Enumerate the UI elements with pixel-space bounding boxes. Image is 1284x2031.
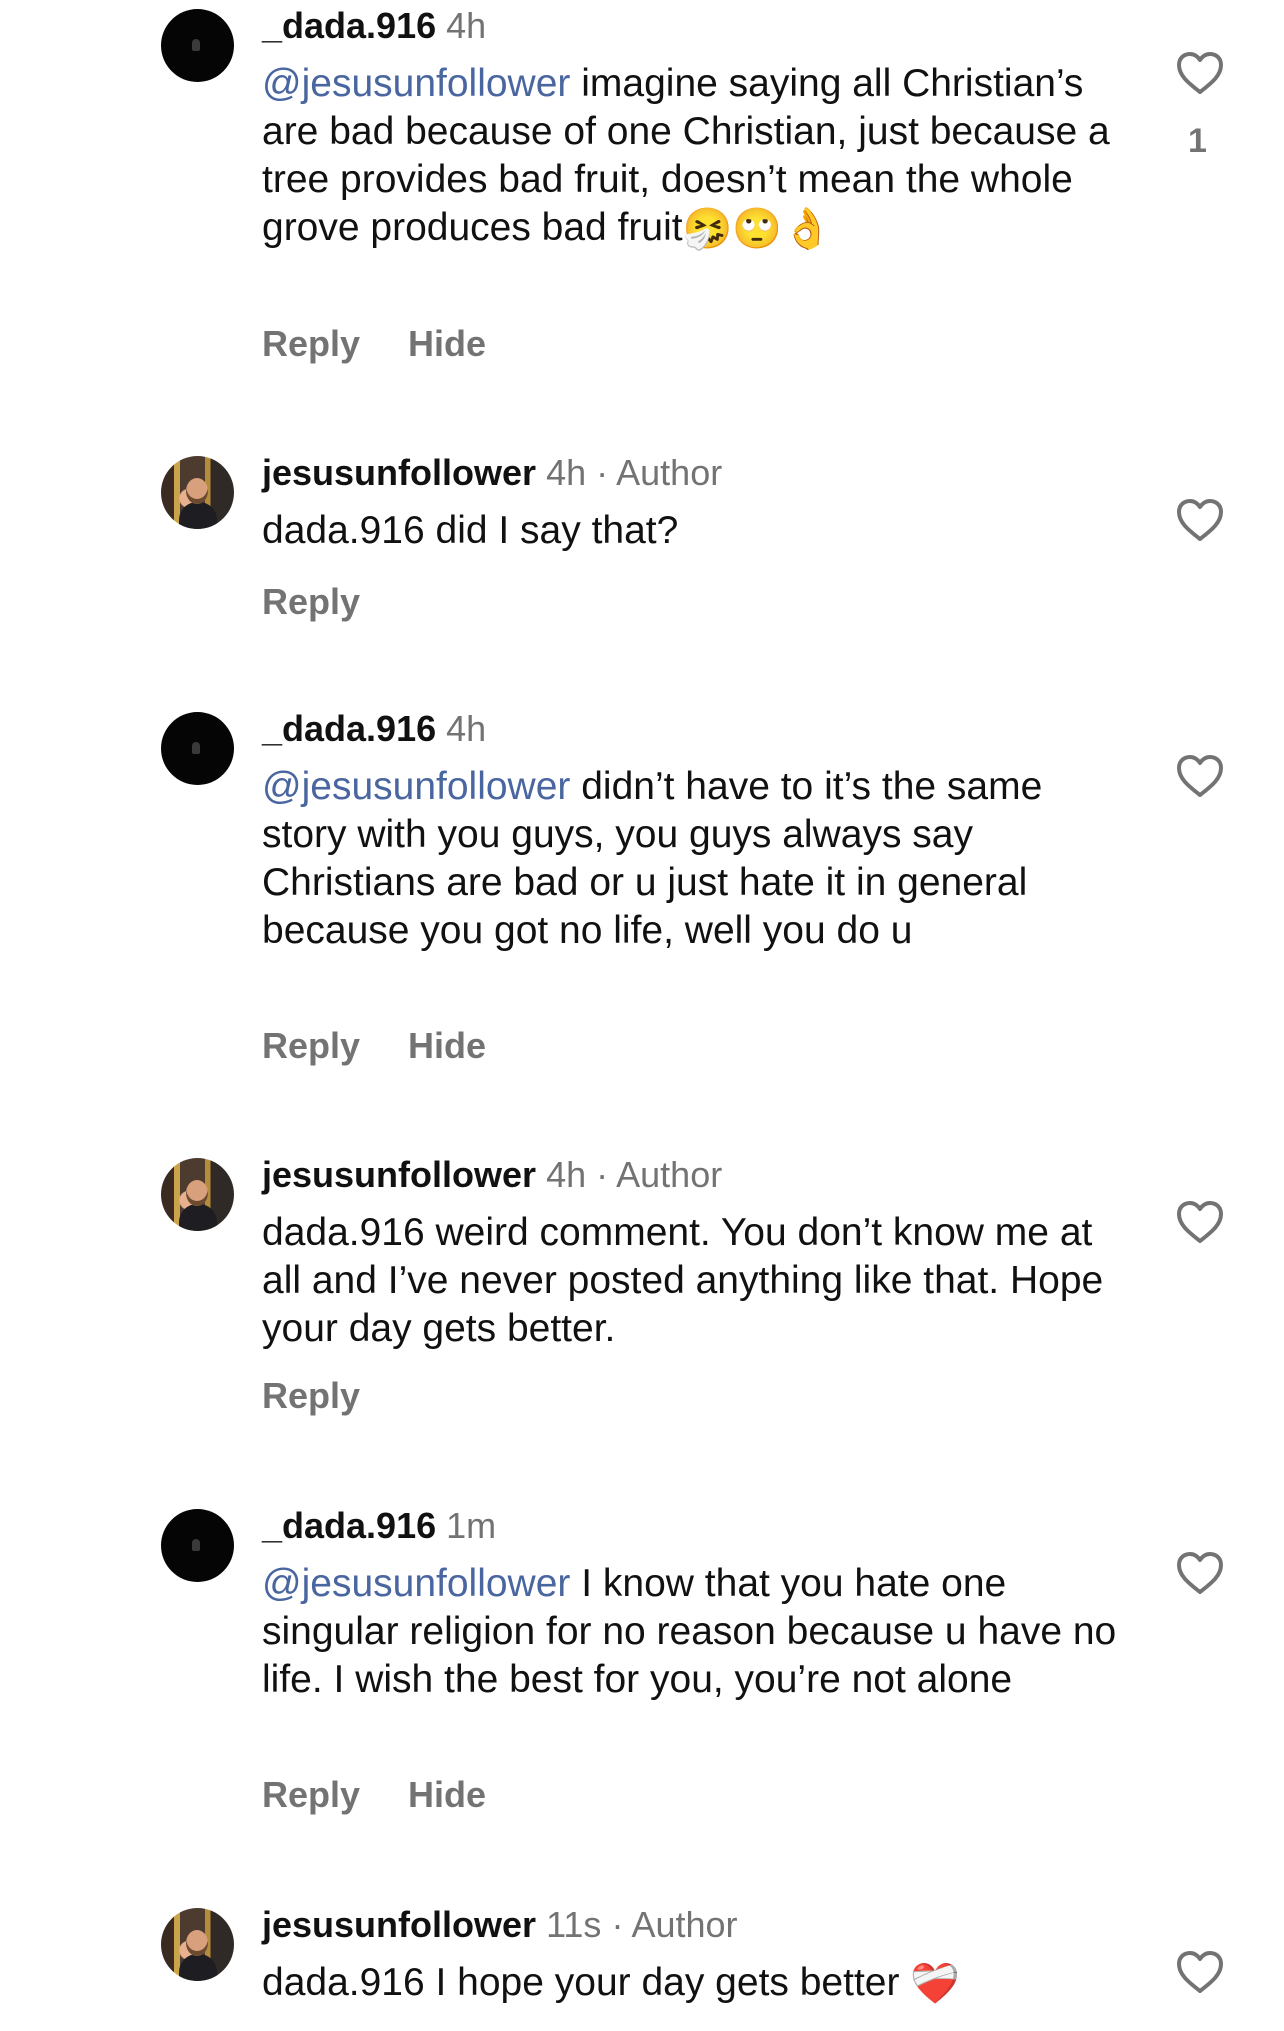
separator-dot: ·	[596, 1154, 609, 1195]
like-button[interactable]	[1175, 753, 1225, 799]
timestamp: 11s	[546, 1904, 602, 1945]
comment-actions: Reply	[262, 581, 408, 623]
avatar[interactable]	[161, 1158, 234, 1231]
comment-meta: jesusunfollower 4h · Author	[262, 451, 722, 495]
comment-body: dada.916 weird comment. You don’t know m…	[262, 1211, 1104, 1350]
heart-outline-icon	[1177, 1951, 1223, 1993]
reply-button[interactable]: Reply	[262, 581, 360, 623]
mention-link[interactable]: @jesusunfollower	[262, 62, 570, 105]
like-button[interactable]	[1175, 1199, 1225, 1245]
avatar[interactable]	[161, 456, 234, 529]
avatar[interactable]	[161, 712, 234, 785]
comment-actions: Reply Hide	[262, 1774, 534, 1816]
reply-button[interactable]: Reply	[262, 1025, 360, 1067]
like-button[interactable]	[1175, 497, 1225, 543]
avatar[interactable]	[161, 1908, 234, 1981]
comment-text: @jesusunfollower imagine saying all Chri…	[262, 60, 1122, 253]
username[interactable]: jesusunfollower	[262, 1904, 536, 1945]
avatar[interactable]	[161, 9, 234, 82]
emoji-group: 🤧🙄👌	[682, 206, 833, 252]
heart-outline-icon	[1177, 499, 1223, 541]
comment-actions: Reply	[262, 1375, 408, 1417]
comment-text: dada.916 did I say that?	[262, 507, 1122, 555]
comment-actions: Reply Hide	[262, 1025, 534, 1067]
comment-actions: Reply Hide	[262, 323, 534, 365]
heart-outline-icon	[1177, 1201, 1223, 1243]
mending-heart-emoji: ❤️‍🩹	[910, 1961, 961, 2007]
comment-body: dada.916 did I say that?	[262, 509, 679, 552]
comment-body: dada.916 I hope your day gets better	[262, 1961, 911, 2004]
comment-meta: _dada.916 4h	[262, 707, 486, 751]
timestamp: 4h	[446, 5, 487, 46]
hide-button[interactable]: Hide	[408, 1025, 486, 1067]
reply-button[interactable]: Reply	[262, 323, 360, 365]
avatar[interactable]	[161, 1509, 234, 1582]
username[interactable]: jesusunfollower	[262, 452, 536, 493]
author-badge: Author	[631, 1904, 738, 1945]
comment-text: dada.916 I hope your day gets better ❤️‍…	[262, 1959, 1122, 2008]
separator-dot: ·	[611, 1904, 624, 1945]
author-badge: Author	[616, 1154, 723, 1195]
like-button[interactable]	[1175, 1949, 1225, 1995]
comment-meta: _dada.916 1m	[262, 1504, 496, 1548]
comment-text: @jesusunfollower I know that you hate on…	[262, 1560, 1122, 1704]
comment-meta: _dada.916 4h	[262, 4, 486, 48]
timestamp: 4h	[446, 708, 487, 749]
mention-link[interactable]: @jesusunfollower	[262, 765, 570, 808]
username[interactable]: _dada.916	[262, 1505, 436, 1546]
username[interactable]: jesusunfollower	[262, 1154, 536, 1195]
like-button[interactable]	[1175, 50, 1225, 96]
separator-dot: ·	[596, 452, 609, 493]
heart-outline-icon	[1177, 1552, 1223, 1594]
comment-text: @jesusunfollower didn’t have to it’s the…	[262, 763, 1122, 955]
author-badge: Author	[616, 452, 723, 493]
heart-outline-icon	[1177, 52, 1223, 94]
hide-button[interactable]: Hide	[408, 1774, 486, 1816]
heart-outline-icon	[1177, 755, 1223, 797]
timestamp: 1m	[446, 1505, 497, 1546]
timestamp: 4h	[546, 1154, 587, 1195]
like-count: 1	[1188, 122, 1207, 160]
comment-meta: jesusunfollower 4h · Author	[262, 1153, 722, 1197]
hide-button[interactable]: Hide	[408, 323, 486, 365]
comment-text: dada.916 weird comment. You don’t know m…	[262, 1209, 1122, 1353]
username[interactable]: _dada.916	[262, 5, 436, 46]
reply-button[interactable]: Reply	[262, 1774, 360, 1816]
username[interactable]: _dada.916	[262, 708, 436, 749]
reply-button[interactable]: Reply	[262, 1375, 360, 1417]
mention-link[interactable]: @jesusunfollower	[262, 1562, 570, 1605]
comment-meta: jesusunfollower 11s · Author	[262, 1903, 738, 1947]
like-button[interactable]	[1175, 1550, 1225, 1596]
timestamp: 4h	[546, 452, 587, 493]
